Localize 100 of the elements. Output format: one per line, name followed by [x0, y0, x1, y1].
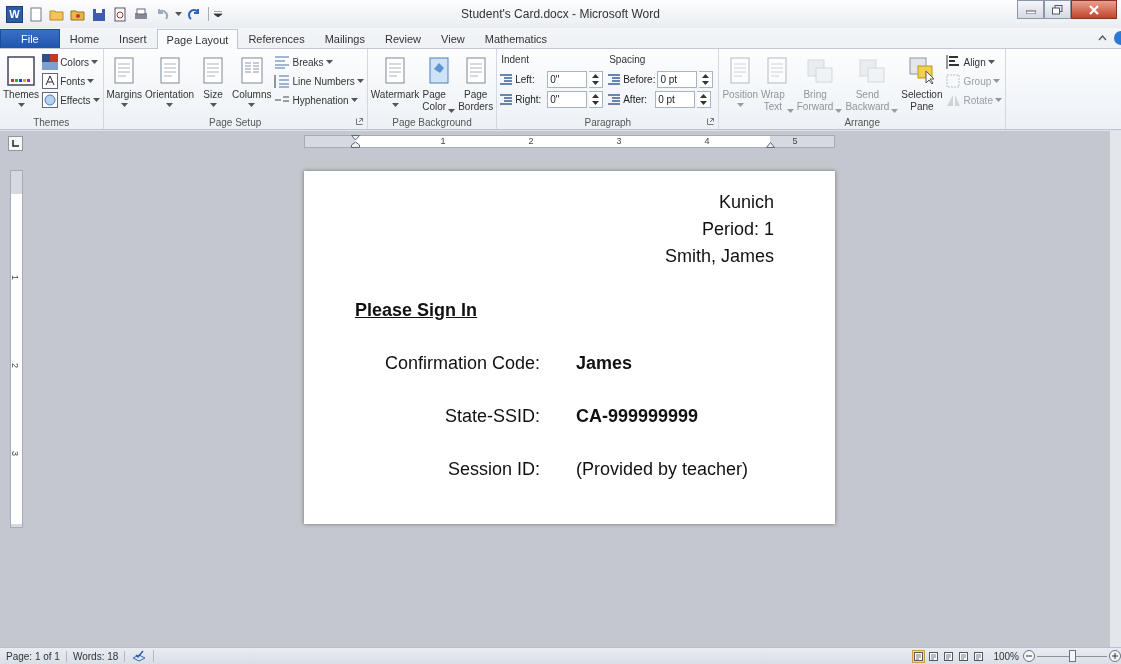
spinner-button[interactable] [699, 71, 714, 88]
window-title: Student's Card.docx - Microsoft Word [461, 7, 660, 21]
field-label: State-SSID: [444, 405, 540, 428]
ribbon-button[interactable]: Columns [231, 53, 273, 109]
tab[interactable]: Review [375, 29, 432, 48]
ribbon-button[interactable]: Selection Pane [900, 53, 944, 115]
horizontal-ruler[interactable]: 1 2 3 4 5 [304, 135, 835, 148]
tab[interactable]: Mathematics [474, 29, 558, 48]
ribbon-button[interactable]: Page Color [421, 53, 457, 115]
group-label: Page Setup [209, 116, 262, 128]
tab[interactable]: Insert [109, 29, 157, 48]
input-field[interactable]: 0" [547, 71, 588, 88]
tab[interactable]: Mailings [314, 29, 375, 48]
close-button[interactable] [1071, 0, 1117, 19]
color-squares-icon [42, 54, 59, 70]
web-layout-icon [944, 651, 954, 661]
printer-icon[interactable] [133, 6, 149, 22]
view-button[interactable] [912, 649, 926, 663]
header-line: Kunich [718, 191, 774, 214]
app-logo[interactable]: W [6, 5, 23, 23]
input-field[interactable]: 0 pt [655, 91, 696, 108]
ruler-number: 4 [704, 136, 710, 147]
tab-stop-icon [12, 140, 19, 147]
field-label: Before: [623, 74, 656, 85]
tab[interactable]: Page Layout [156, 29, 239, 49]
zoom-in-button[interactable] [1109, 650, 1121, 662]
spinner-arrows-icon [592, 94, 600, 105]
box-icon [42, 73, 59, 89]
ruler-number: 1 [10, 275, 19, 280]
ribbon-button[interactable]: Orientation [144, 53, 195, 109]
list-icon [499, 73, 514, 86]
list-icon [499, 93, 514, 106]
ribbon-button[interactable]: Watermark [369, 53, 421, 109]
indent-marker-icon[interactable] [351, 135, 360, 148]
ruler-number: 1 [440, 136, 446, 147]
ruler-number: 3 [10, 451, 19, 456]
ribbon-button[interactable]: Align [944, 53, 1003, 71]
group-icon [945, 73, 962, 89]
swatch-icon [5, 55, 38, 87]
ribbon-button[interactable]: Page Borders [457, 53, 495, 115]
help-icon[interactable] [1113, 31, 1121, 45]
page-count[interactable]: Page: 1 of 1 [0, 650, 67, 662]
restore-icon [1052, 4, 1063, 15]
list-icon [274, 54, 291, 70]
restore-button[interactable] [1044, 0, 1071, 19]
ribbon-button[interactable]: Size [196, 53, 230, 109]
file-tab[interactable]: File [0, 29, 60, 48]
view-button[interactable] [957, 649, 971, 663]
tab[interactable]: Home [59, 29, 110, 48]
document-heading: Please Sign In [355, 299, 478, 322]
spinner-arrows-icon [592, 74, 600, 85]
spinner-button[interactable] [697, 91, 712, 108]
group-heading: Spacing [608, 53, 647, 67]
group-label: Arrange [844, 116, 880, 128]
ribbon-button[interactable]: Fonts [41, 72, 101, 90]
outline-icon [959, 651, 969, 661]
print-layout-icon [914, 651, 924, 661]
vertical-scrollbar[interactable] [1109, 131, 1121, 647]
page-icon[interactable] [112, 6, 128, 22]
ruler-number: 2 [10, 363, 19, 368]
field-value: James [576, 352, 633, 375]
field-label: Right: [515, 94, 543, 105]
ribbon-button[interactable]: Themes [2, 53, 41, 109]
list-icon [274, 73, 291, 89]
view-button[interactable] [942, 649, 956, 663]
vertical-ruler[interactable]: 1 2 3 [10, 170, 23, 528]
view-button[interactable] [972, 649, 986, 663]
proofing-book-icon[interactable] [131, 650, 148, 662]
tab[interactable]: References [238, 29, 315, 48]
zoom-slider-thumb[interactable] [1069, 649, 1076, 662]
ribbon-button[interactable]: Breaks [273, 53, 365, 71]
field-label: Session ID: [447, 458, 540, 481]
field-value: (Provided by teacher) [576, 458, 749, 481]
field-label: After: [623, 94, 649, 105]
tab-stop-selector[interactable] [8, 136, 23, 151]
spinner-button[interactable] [589, 91, 604, 108]
right-indent-marker-icon[interactable] [766, 142, 775, 148]
plus-icon [1109, 650, 1121, 662]
collapse-ribbon-icon[interactable] [1098, 35, 1107, 41]
tab[interactable]: View [431, 29, 475, 48]
field-label: Left: [515, 74, 536, 85]
customize-menu-icon[interactable] [214, 11, 222, 17]
zoom-level[interactable]: 100% [993, 650, 1019, 662]
ribbon-button[interactable]: Line Numbers [273, 72, 365, 90]
dialog-launcher-icon[interactable] [707, 118, 715, 125]
input-field[interactable]: 0 pt [657, 71, 698, 88]
group-label: Themes [33, 116, 70, 128]
dialog-launcher-icon[interactable] [355, 118, 363, 125]
ribbon-button[interactable]: Hyphenation [273, 91, 365, 109]
ribbon-button[interactable]: Margins [105, 53, 144, 109]
spinner-button[interactable] [589, 71, 604, 88]
ribbon-button[interactable]: Effects [41, 91, 101, 109]
word-count[interactable]: Words: 18 [66, 650, 126, 662]
view-button[interactable] [927, 649, 941, 663]
spinner-arrows-icon [700, 94, 708, 105]
header-line: Smith, James [664, 245, 774, 268]
ribbon-button[interactable]: Colors [41, 53, 101, 71]
zoom-out-button[interactable] [1023, 650, 1035, 662]
input-field[interactable]: 0" [547, 91, 588, 108]
caret-icon[interactable] [175, 12, 182, 16]
